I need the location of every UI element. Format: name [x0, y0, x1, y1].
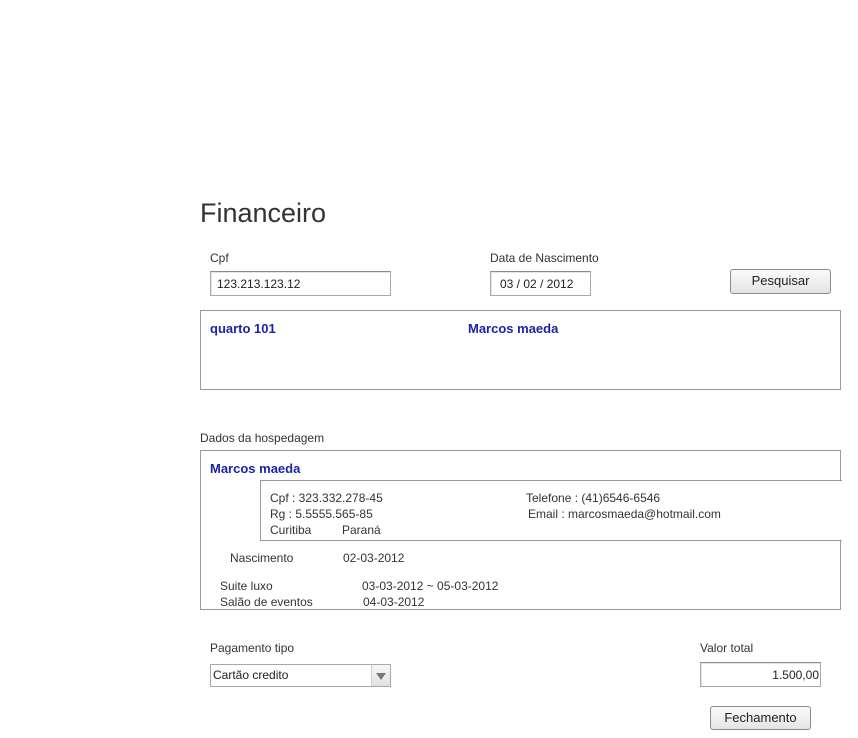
result-room[interactable]: quarto 101 [210, 321, 276, 336]
chevron-down-icon[interactable] [371, 665, 390, 686]
guest-phone: Telefone : (41)6546-6546 [526, 491, 661, 505]
stay-details-panel: Marcos maeda Cpf : 323.332.278-45 Rg : 5… [200, 450, 842, 610]
stay-section-label: Dados da hospedagem [200, 431, 325, 445]
search-button[interactable]: Pesquisar [730, 269, 831, 294]
stay-birth-label: Nascimento [230, 551, 294, 565]
total-label: Valor total [700, 641, 754, 655]
guest-info-panel: Cpf : 323.332.278-45 Rg : 5.5555.565-85 … [260, 480, 842, 541]
payment-type-value: Cartão credito [213, 668, 289, 682]
guest-city: Curitiba [270, 523, 312, 537]
guest-state: Paraná [342, 523, 381, 537]
payment-type-select[interactable]: Cartão credito [210, 664, 391, 687]
guest-email: Email : marcosmaeda@hotmail.com [528, 507, 721, 521]
stay-guest-name: Marcos maeda [210, 461, 301, 476]
result-guest[interactable]: Marcos maeda [468, 321, 558, 336]
stay-item-name: Salão de eventos [220, 595, 313, 609]
birth-date-input[interactable]: 03 / 02 / 2012 [490, 271, 591, 296]
page-title: Financeiro [200, 198, 327, 228]
cpf-input[interactable]: 123.213.123.12 [210, 271, 391, 296]
search-result-panel: quarto 101 Marcos maeda [200, 310, 841, 390]
stay-birth-value: 02-03-2012 [343, 551, 405, 565]
payment-type-label: Pagamento tipo [210, 641, 295, 655]
stay-item-name: Suite luxo [220, 579, 273, 593]
guest-rg: Rg : 5.5555.565-85 [270, 507, 373, 521]
stay-item-date: 03-03-2012 ~ 05-03-2012 [362, 579, 499, 593]
cpf-label: Cpf [210, 251, 229, 265]
close-button[interactable]: Fechamento [710, 706, 811, 730]
total-input[interactable]: 1.500,00 [700, 662, 821, 687]
stay-item-date: 04-03-2012 [363, 595, 425, 609]
guest-cpf: Cpf : 323.332.278-45 [270, 491, 383, 505]
birth-date-label: Data de Nascimento [490, 251, 599, 265]
